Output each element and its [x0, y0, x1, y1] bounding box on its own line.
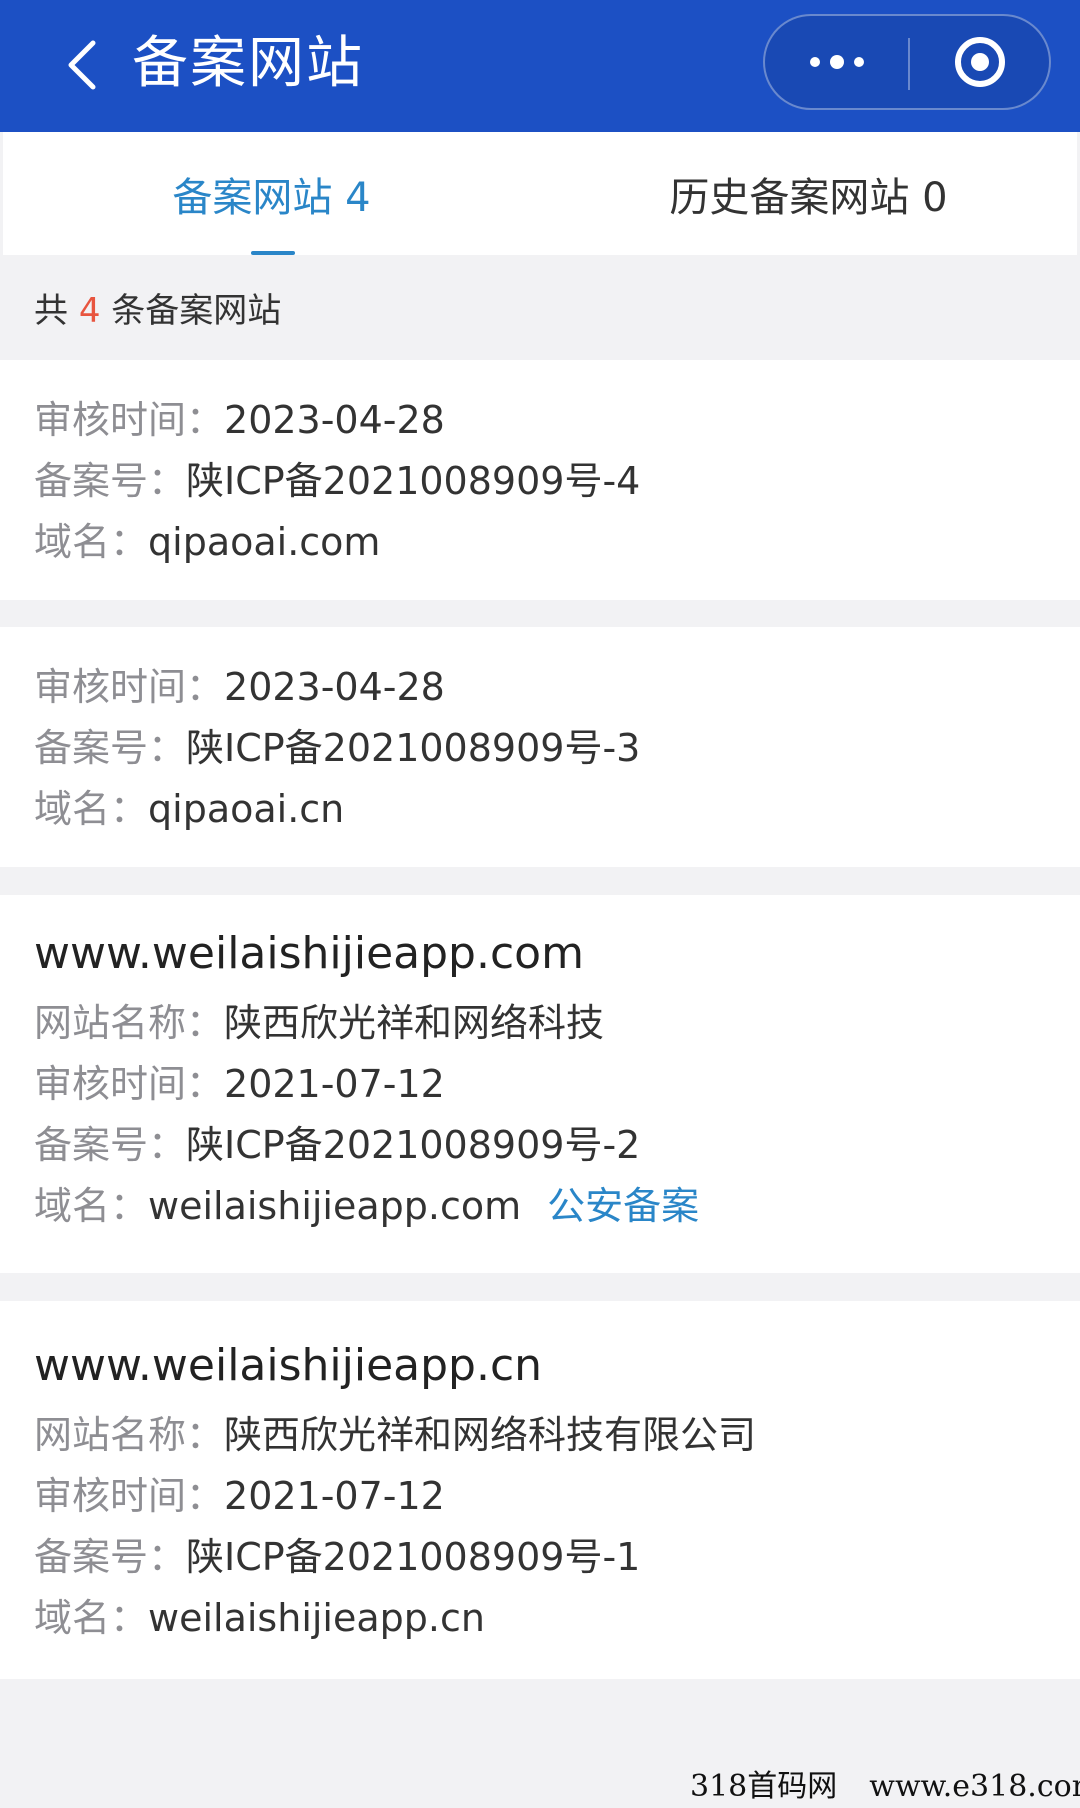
audit-time-label: 审核时间： — [34, 1062, 225, 1106]
mini-program-capsule — [763, 14, 1051, 110]
site-name-label: 网站名称： — [34, 1001, 225, 1045]
icp-number-label: 备案号： — [34, 1123, 187, 1167]
more-button[interactable] — [765, 16, 908, 108]
record-summary: 共 4 条备案网站 — [34, 283, 281, 339]
domain-label: 域名： — [34, 520, 149, 564]
tab-bar: 备案网站 4 历史备案网站 0 — [3, 132, 1077, 255]
site-name-label: 网站名称： — [34, 1413, 225, 1457]
police-filing-link[interactable]: 公安备案 — [547, 1184, 699, 1228]
watermark: 318首码网 www.e318.com — [690, 1766, 1080, 1808]
audit-time-row: 审核时间：2023-04-28 — [34, 390, 445, 450]
close-button[interactable] — [910, 16, 1049, 108]
target-circle-icon — [954, 37, 1005, 87]
icp-number-row: 备案号：陕ICP备2021008909号-1 — [34, 1527, 640, 1587]
site-name-value: 陕西欣光祥和网络科技有限公司 — [224, 1413, 757, 1457]
audit-time-label: 审核时间： — [34, 665, 225, 709]
record-card[interactable]: 审核时间：2023-04-28 备案号：陕ICP备2021008909号-3 域… — [0, 627, 1080, 867]
audit-time-value: 2021-07-12 — [224, 1474, 445, 1518]
page-title: 备案网站 — [132, 31, 364, 96]
site-name-value: 陕西欣光祥和网络科技 — [224, 1001, 605, 1045]
icp-number-row: 备案号：陕ICP备2021008909号-3 — [34, 718, 640, 778]
site-name-row: 网站名称：陕西欣光祥和网络科技有限公司 — [34, 1405, 756, 1465]
domain-row: 域名：weilaishijieapp.cn — [34, 1588, 485, 1648]
tab-history-websites[interactable]: 历史备案网站 0 — [540, 132, 1077, 255]
site-name-row: 网站名称：陕西欣光祥和网络科技 — [34, 993, 604, 1053]
audit-time-row: 审核时间：2023-04-28 — [34, 657, 445, 717]
chevron-left-icon — [68, 40, 96, 90]
watermark-left: 318首码网 — [690, 1769, 838, 1804]
domain-value: qipaoai.cn — [148, 787, 345, 831]
icp-number-value: 陕ICP备2021008909号-1 — [186, 1535, 641, 1579]
domain-value: qipaoai.com — [148, 520, 381, 564]
icp-number-value: 陕ICP备2021008909号-4 — [186, 459, 641, 503]
domain-label: 域名： — [34, 1184, 149, 1228]
record-card[interactable]: www.weilaishijieapp.cn 网站名称：陕西欣光祥和网络科技有限… — [0, 1301, 1080, 1679]
icp-number-row: 备案号：陕ICP备2021008909号-2 — [34, 1115, 640, 1175]
icp-number-value: 陕ICP备2021008909号-3 — [186, 726, 641, 770]
domain-row: 域名：qipaoai.cn — [34, 779, 344, 839]
audit-time-value: 2023-04-28 — [224, 398, 445, 442]
back-button[interactable] — [38, 20, 128, 110]
domain-row: 域名：weilaishijieapp.com 公安备案 — [34, 1176, 699, 1236]
site-url-title: www.weilaishijieapp.com — [34, 928, 584, 979]
more-dots-icon — [809, 55, 864, 69]
domain-value: weilaishijieapp.com — [148, 1184, 522, 1228]
icp-number-value: 陕ICP备2021008909号-2 — [186, 1123, 641, 1167]
summary-count: 4 — [78, 291, 101, 331]
summary-prefix: 共 — [34, 291, 79, 331]
icp-number-row: 备案号：陕ICP备2021008909号-4 — [34, 451, 640, 511]
icp-number-label: 备案号： — [34, 726, 187, 770]
domain-value: weilaishijieapp.cn — [148, 1596, 485, 1640]
active-tab-indicator — [251, 251, 295, 255]
audit-time-row: 审核时间：2021-07-12 — [34, 1466, 445, 1526]
site-url-title: www.weilaishijieapp.cn — [34, 1340, 543, 1391]
audit-time-value: 2021-07-12 — [224, 1062, 445, 1106]
app-root: 备案网站 备案网站 4 历史备案网站 0 共 4 条备案网站 审核时间：2023… — [0, 0, 1080, 1808]
record-card[interactable]: www.weilaishijieapp.com 网站名称：陕西欣光祥和网络科技 … — [0, 895, 1080, 1273]
audit-time-value: 2023-04-28 — [224, 665, 445, 709]
summary-suffix: 条备案网站 — [100, 291, 282, 331]
audit-time-row: 审核时间：2021-07-12 — [34, 1054, 445, 1114]
domain-row: 域名：qipaoai.com — [34, 512, 380, 572]
watermark-right: www.e318.com — [869, 1769, 1080, 1804]
record-card[interactable]: 审核时间：2023-04-28 备案号：陕ICP备2021008909号-4 域… — [0, 360, 1080, 600]
icp-number-label: 备案号： — [34, 459, 187, 503]
audit-time-label: 审核时间： — [34, 1474, 225, 1518]
icp-number-label: 备案号： — [34, 1535, 187, 1579]
audit-time-label: 审核时间： — [34, 398, 225, 442]
navigation-bar: 备案网站 — [0, 0, 1080, 132]
tab-filed-websites[interactable]: 备案网站 4 — [3, 132, 540, 255]
domain-label: 域名： — [34, 1596, 149, 1640]
domain-label: 域名： — [34, 787, 149, 831]
